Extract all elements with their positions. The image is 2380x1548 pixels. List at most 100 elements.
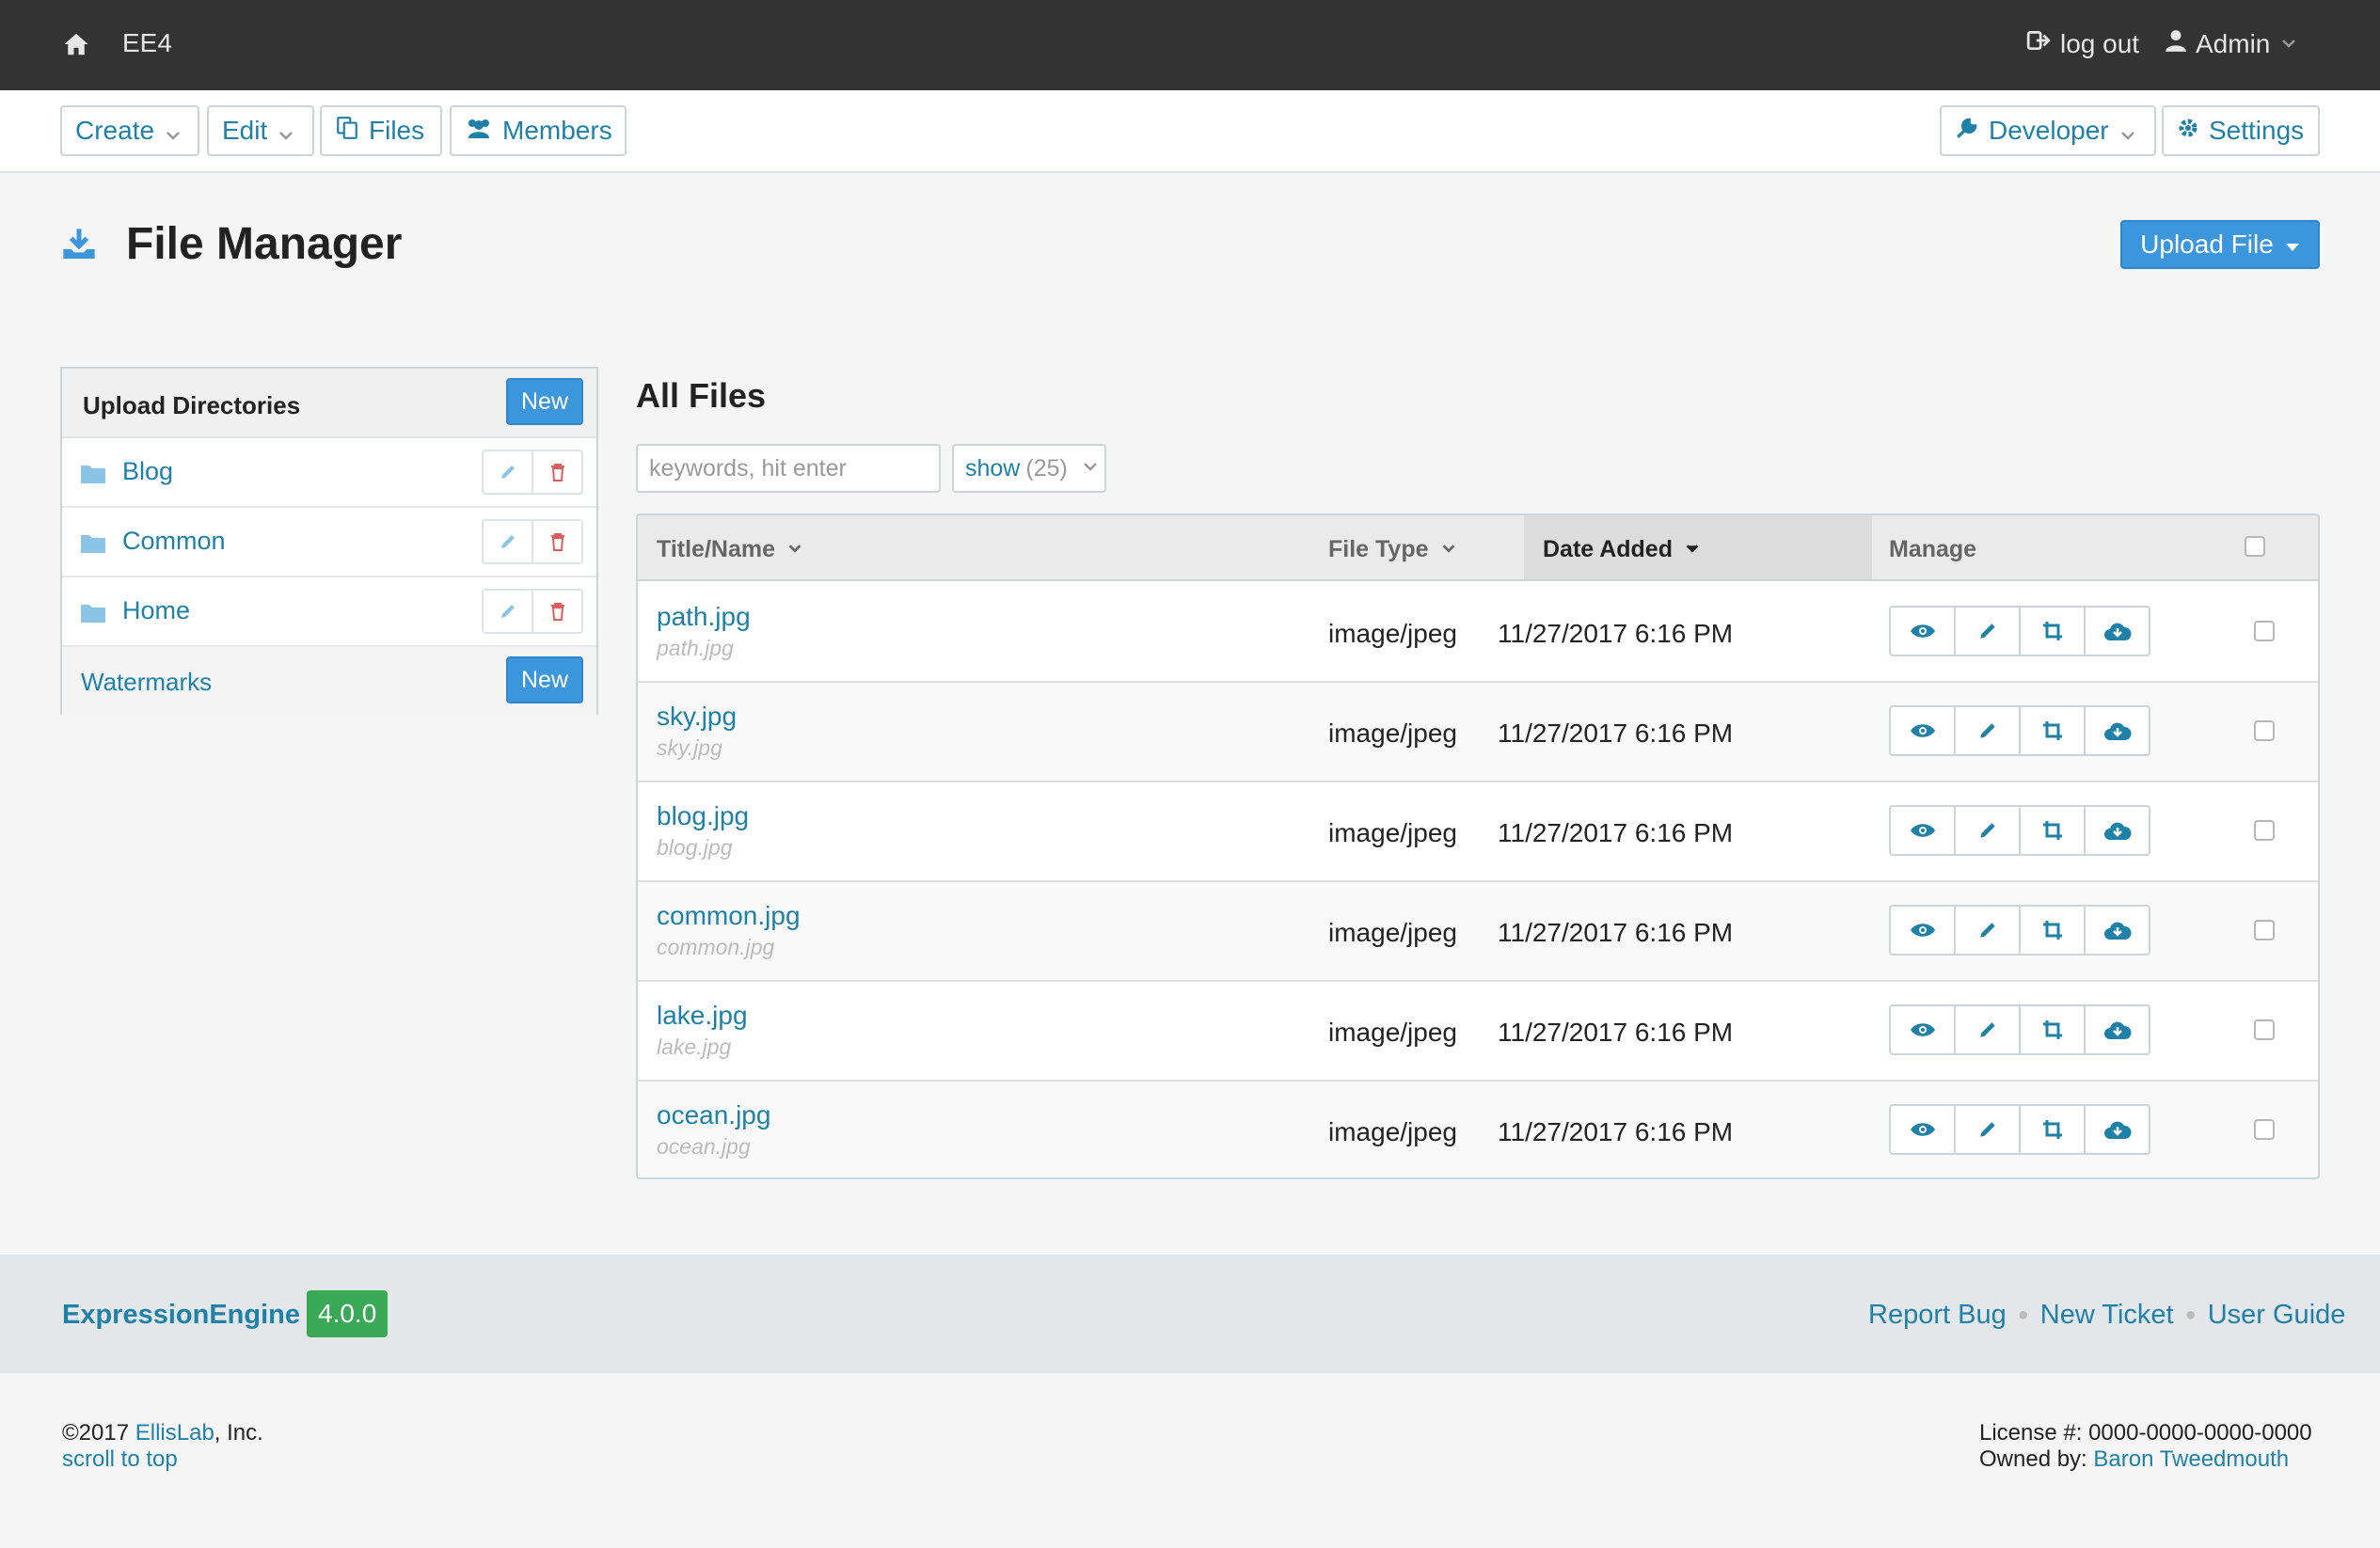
pencil-icon[interactable]	[484, 451, 532, 493]
pencil-icon[interactable]	[1954, 807, 2019, 854]
edit-menu-button[interactable]: Edit	[207, 105, 314, 156]
files-button[interactable]: Files	[320, 105, 442, 156]
table-row: path.jpg path.jpg image/jpeg 11/27/2017 …	[638, 583, 2318, 683]
file-title-link[interactable]: sky.jpg	[657, 702, 737, 732]
files-table: Title/Name File Type Date Added Manage p…	[636, 513, 2320, 1179]
crop-icon[interactable]	[2019, 1006, 2084, 1053]
owned-by: Owned by: Baron Tweedmouth	[1979, 1446, 2289, 1473]
cloud-download-icon[interactable]	[2084, 1006, 2149, 1053]
page-title: File Manager	[126, 219, 403, 269]
file-actions	[1889, 1104, 2150, 1155]
home-icon[interactable]	[62, 30, 90, 58]
cloud-download-icon[interactable]	[2084, 907, 2149, 954]
sidebar-item-label[interactable]: Common	[122, 527, 226, 556]
cloud-download-icon[interactable]	[2084, 807, 2149, 854]
new-directory-button[interactable]: New	[506, 378, 583, 425]
settings-button[interactable]: Settings	[2162, 105, 2320, 156]
sidebar-item-home[interactable]: Home	[62, 577, 596, 647]
row-checkbox[interactable]	[2254, 920, 2275, 940]
new-ticket-link[interactable]: New Ticket	[2040, 1300, 2174, 1331]
site-name-link[interactable]: EE4	[122, 28, 172, 58]
chevron-down-icon	[1440, 536, 1457, 563]
sidebar-item-common[interactable]: Common	[62, 508, 596, 577]
crop-icon[interactable]	[2019, 807, 2084, 854]
folder-icon	[81, 602, 105, 623]
row-checkbox[interactable]	[2254, 820, 2275, 841]
create-menu-button[interactable]: Create	[60, 105, 199, 156]
file-type: image/jpeg	[1328, 1117, 1457, 1146]
row-checkbox[interactable]	[2254, 1119, 2275, 1140]
members-button[interactable]: Members	[450, 105, 627, 156]
row-checkbox[interactable]	[2254, 621, 2275, 641]
new-watermark-button[interactable]: New	[506, 656, 583, 703]
chevron-down-icon	[1081, 455, 1100, 482]
file-type: image/jpeg	[1328, 619, 1457, 648]
pencil-icon[interactable]	[1954, 707, 2019, 754]
crop-icon[interactable]	[2019, 1106, 2084, 1153]
pencil-icon[interactable]	[1954, 1006, 2019, 1053]
eye-icon[interactable]	[1891, 608, 1954, 655]
product-name-link[interactable]: ExpressionEngine	[62, 1300, 300, 1331]
download-icon	[60, 226, 98, 263]
trash-icon[interactable]	[532, 451, 581, 493]
cloud-download-icon[interactable]	[2084, 608, 2149, 655]
eye-icon[interactable]	[1891, 907, 1954, 954]
cloud-download-icon[interactable]	[2084, 707, 2149, 754]
pencil-icon[interactable]	[484, 521, 532, 562]
caret-down-icon	[2285, 229, 2300, 260]
file-title-link[interactable]: common.jpg	[657, 901, 801, 931]
date-added: 11/27/2017 6:16 PM	[1498, 818, 1734, 847]
eye-icon[interactable]	[1891, 1006, 1954, 1053]
crop-icon[interactable]	[2019, 707, 2084, 754]
logout-link[interactable]: log out	[2026, 28, 2139, 59]
pencil-icon[interactable]	[1954, 1106, 2019, 1153]
copyright: ©2017 EllisLab, Inc.	[62, 1420, 263, 1446]
report-bug-link[interactable]: Report Bug	[1868, 1300, 2007, 1331]
eye-icon[interactable]	[1891, 707, 1954, 754]
row-checkbox[interactable]	[2254, 1019, 2275, 1040]
chevron-down-icon	[164, 121, 182, 140]
select-all-checkbox[interactable]	[2245, 536, 2265, 557]
owner-link[interactable]: Baron Tweedmouth	[2093, 1446, 2289, 1472]
cloud-download-icon[interactable]	[2084, 1106, 2149, 1153]
pencil-icon[interactable]	[1954, 907, 2019, 954]
file-title-link[interactable]: ocean.jpg	[657, 1100, 770, 1130]
trash-icon[interactable]	[532, 591, 581, 632]
scroll-to-top-link[interactable]: scroll to top	[62, 1446, 178, 1473]
chevron-down-icon	[1684, 536, 1701, 563]
column-manage-label: Manage	[1889, 536, 1977, 562]
pencil-icon[interactable]	[1954, 608, 2019, 655]
row-checkbox[interactable]	[2254, 720, 2275, 741]
file-title-link[interactable]: path.jpg	[657, 602, 751, 632]
wrench-icon	[1955, 116, 1979, 147]
file-title-link[interactable]: blog.jpg	[657, 801, 749, 831]
pencil-icon[interactable]	[484, 591, 532, 632]
file-actions	[1889, 905, 2150, 956]
sidebar-item-label[interactable]: Home	[122, 596, 190, 625]
folder-icon	[81, 532, 105, 553]
sidebar-item-blog[interactable]: Blog	[62, 438, 596, 508]
watermarks-link[interactable]: Watermarks	[81, 668, 212, 697]
eye-icon[interactable]	[1891, 1106, 1954, 1153]
search-input[interactable]	[636, 444, 941, 493]
table-row: blog.jpg blog.jpg image/jpeg 11/27/2017 …	[638, 782, 2318, 882]
company-link[interactable]: EllisLab	[135, 1420, 214, 1445]
sidebar-item-label[interactable]: Blog	[122, 457, 173, 486]
crop-icon[interactable]	[2019, 907, 2084, 954]
eye-icon[interactable]	[1891, 807, 1954, 854]
column-header-date[interactable]: Date Added	[1524, 515, 1872, 581]
column-header-file-type[interactable]: File Type	[1309, 515, 1492, 581]
upload-file-button[interactable]: Upload File	[2120, 220, 2320, 269]
trash-icon[interactable]	[532, 521, 581, 562]
date-added: 11/27/2017 6:16 PM	[1498, 1117, 1734, 1146]
developer-menu-button[interactable]: Developer	[1940, 105, 2156, 156]
file-title-link[interactable]: lake.jpg	[657, 1001, 748, 1031]
user-guide-link[interactable]: User Guide	[2208, 1300, 2346, 1331]
file-name: blog.jpg	[657, 835, 733, 860]
files-label: Files	[369, 116, 425, 145]
table-row: ocean.jpg ocean.jpg image/jpeg 11/27/201…	[638, 1082, 2318, 1177]
crop-icon[interactable]	[2019, 608, 2084, 655]
table-row: lake.jpg lake.jpg image/jpeg 11/27/2017 …	[638, 982, 2318, 1082]
user-menu[interactable]: Admin	[2166, 28, 2298, 59]
show-count-select[interactable]: show (25)	[952, 444, 1106, 493]
